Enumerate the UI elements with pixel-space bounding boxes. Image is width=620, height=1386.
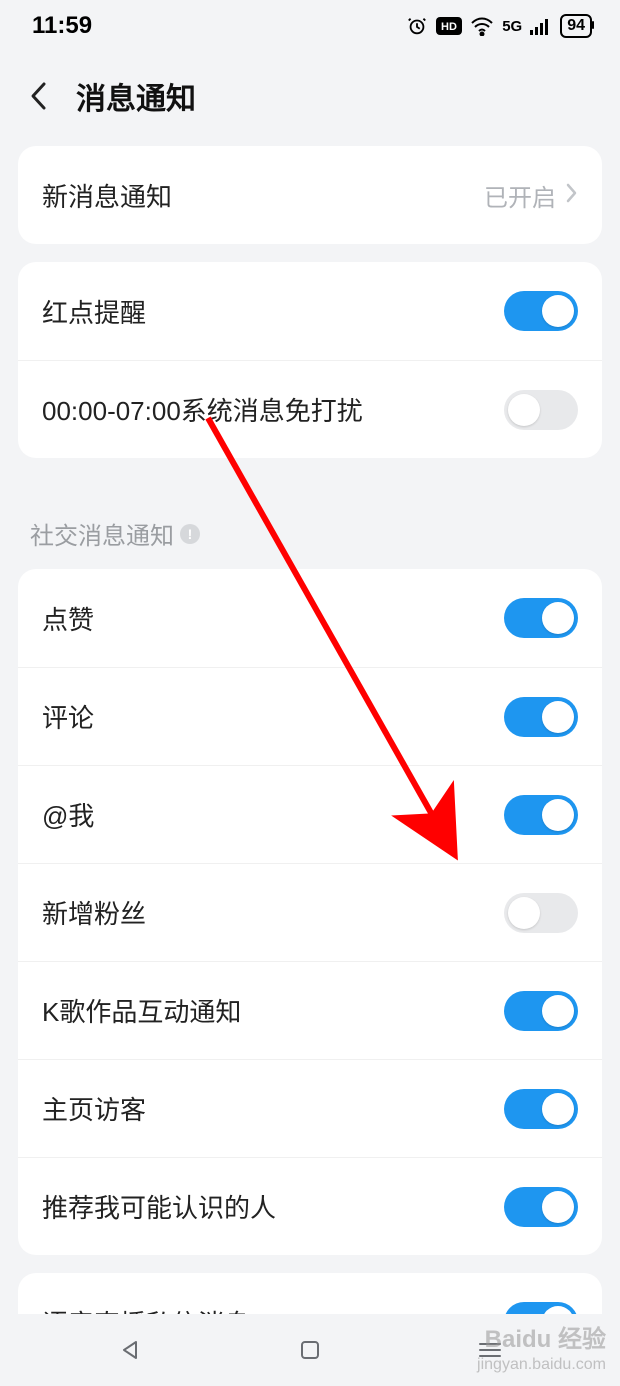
row-value: 已开启: [484, 178, 556, 213]
row-new-msg[interactable]: 新消息通知 已开启: [18, 146, 602, 244]
toggle-recommend[interactable]: [504, 1187, 578, 1227]
row-voice-dm: 语音直播私信消息: [18, 1273, 602, 1314]
row-label: 新消息通知: [42, 177, 172, 214]
nav-back-button[interactable]: [116, 1336, 144, 1364]
toggle-dnd[interactable]: [504, 390, 578, 430]
page-header: 消息通知: [0, 52, 620, 146]
row-label: @我: [42, 796, 94, 833]
toggle-red-dot[interactable]: [504, 291, 578, 331]
svg-text:HD: HD: [441, 21, 457, 33]
row-comment: 评论: [18, 667, 602, 765]
scroll-area[interactable]: 消息通知 新消息通知 已开启 红点提醒 00:00-07:00系统消息免打扰 社…: [0, 52, 620, 1314]
card-new-msg: 新消息通知 已开启: [18, 146, 602, 244]
card-dm: 语音直播私信消息 好友私聊消息: [18, 1273, 602, 1314]
signal-icon: [530, 17, 552, 35]
row-like: 点赞: [18, 569, 602, 667]
network-label: 5G: [502, 18, 522, 35]
row-dnd: 00:00-07:00系统消息免打扰: [18, 360, 602, 458]
alarm-icon: [406, 15, 428, 37]
row-label: 语音直播私信消息: [42, 1304, 250, 1315]
row-label: 新增粉丝: [42, 894, 146, 931]
status-indicators: HD 5G 94: [406, 14, 592, 38]
page-title: 消息通知: [76, 74, 196, 118]
status-bar: 11:59 HD 5G 94: [0, 0, 620, 52]
battery-icon: 94: [560, 14, 592, 38]
info-icon[interactable]: !: [180, 524, 200, 544]
hd-icon: HD: [436, 17, 462, 35]
watermark-url: jingyan.baidu.com: [477, 1355, 606, 1374]
row-label: 评论: [42, 698, 94, 735]
row-label: 点赞: [42, 600, 94, 637]
section-label: 社交消息通知: [30, 516, 174, 551]
row-recommend: 推荐我可能认识的人: [18, 1157, 602, 1255]
row-kge: K歌作品互动通知: [18, 961, 602, 1059]
back-button[interactable]: [24, 81, 54, 111]
card-social: 点赞 评论 @我 新增粉丝 K歌作品互动通知 主页访客 推荐我可能认识的人: [18, 569, 602, 1255]
watermark: Baidu 经验 jingyan.baidu.com: [477, 1326, 606, 1374]
toggle-visitor[interactable]: [504, 1089, 578, 1129]
toggle-comment[interactable]: [504, 697, 578, 737]
toggle-new-fan[interactable]: [504, 893, 578, 933]
row-label: 红点提醒: [42, 293, 146, 330]
toggle-voice-dm[interactable]: [504, 1302, 578, 1314]
toggle-kge[interactable]: [504, 991, 578, 1031]
row-visitor: 主页访客: [18, 1059, 602, 1157]
status-time: 11:59: [32, 12, 92, 40]
card-alerts: 红点提醒 00:00-07:00系统消息免打扰: [18, 262, 602, 458]
row-label: 主页访客: [42, 1090, 146, 1127]
watermark-brand: Baidu 经验: [477, 1326, 606, 1355]
nav-home-button[interactable]: [296, 1336, 324, 1364]
section-social-title: 社交消息通知 !: [0, 476, 620, 569]
row-label: 00:00-07:00系统消息免打扰: [42, 391, 363, 428]
toggle-at-me[interactable]: [504, 795, 578, 835]
wifi-icon: [470, 16, 494, 36]
row-label: K歌作品互动通知: [42, 992, 241, 1029]
row-at-me: @我: [18, 765, 602, 863]
row-label: 推荐我可能认识的人: [42, 1188, 276, 1225]
toggle-like[interactable]: [504, 598, 578, 638]
chevron-right-icon: [564, 182, 578, 209]
row-new-fan: 新增粉丝: [18, 863, 602, 961]
row-red-dot: 红点提醒: [18, 262, 602, 360]
